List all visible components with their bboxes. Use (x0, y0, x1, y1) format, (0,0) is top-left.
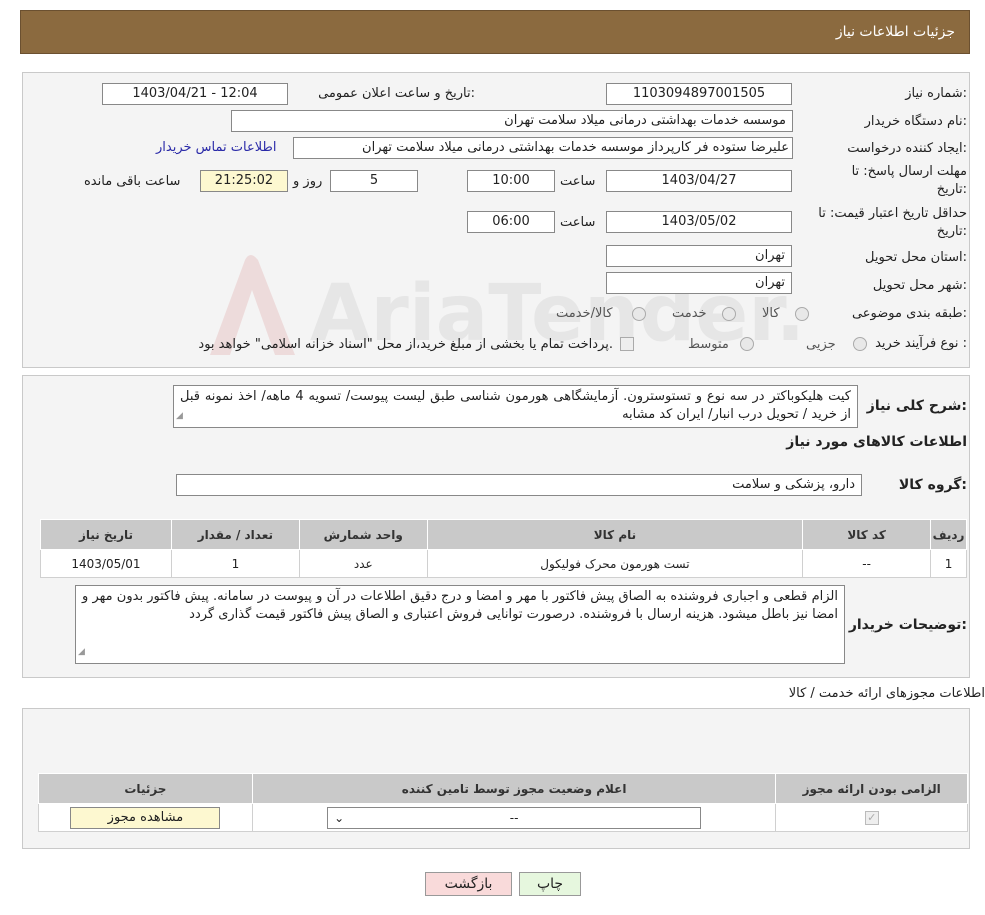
category-option-service: خدمت (672, 306, 707, 321)
required-check-icon: ✓ (864, 811, 879, 825)
days-label: روز و (293, 174, 323, 189)
goods-table: ردیف کد کالا نام کالا واحد شمارش تعداد /… (40, 519, 967, 578)
col-status: اعلام وضعیت مجوز توسط تامین کننده (251, 773, 777, 804)
summary-textarea[interactable]: کیت هلیکوباکتر در سه نوع و تستوسترون. آز… (173, 385, 858, 428)
days-field: 5 (330, 170, 418, 192)
page-header: جزئیات اطلاعات نیاز (20, 10, 970, 54)
table-row: ✓ -- ⌄ مشاهده مجوز (38, 803, 968, 832)
cell-row: 1 (930, 549, 967, 578)
table-row: 1 -- تست هورمون محرک فولیکول عدد 1 1403/… (40, 549, 967, 578)
deadline-label-date: تاریخ: (936, 182, 967, 197)
province-field: تهران (606, 245, 792, 267)
page-title: جزئیات اطلاعات نیاز (835, 24, 955, 40)
creator-label: ایجاد کننده درخواست: (847, 141, 967, 156)
buyer-notes-label: توضیحات خریدار: (848, 617, 967, 633)
treasury-checkbox[interactable] (620, 337, 634, 351)
category-label: طبقه بندی موضوعی: (851, 306, 967, 321)
process-radio-medium[interactable] (740, 337, 754, 351)
permit-status-value: -- (509, 810, 519, 825)
deadline-label: مهلت ارسال پاسخ: تا (851, 164, 967, 179)
goods-table-header: ردیف کد کالا نام کالا واحد شمارش تعداد /… (40, 519, 967, 550)
validity-time-label: ساعت (560, 215, 596, 230)
category-radio-both[interactable] (632, 307, 646, 321)
buyer-notes-text: الزام قطعی و اجباری فروشنده به الصاق پیش… (82, 589, 838, 622)
print-button[interactable]: چاپ (519, 872, 581, 896)
cell-qty: 1 (170, 549, 300, 578)
col-row: ردیف (930, 519, 967, 550)
city-field: تهران (606, 272, 792, 294)
need-number-label: شماره نیاز: (905, 86, 967, 101)
buyer-notes-textarea[interactable]: الزام قطعی و اجباری فروشنده به الصاق پیش… (75, 585, 845, 664)
col-qty: تعداد / مقدار (170, 519, 300, 550)
resize-grip-icon[interactable]: ◢ (176, 407, 183, 425)
cell-code: -- (802, 549, 932, 578)
process-label: نوع فرآیند خرید : (875, 336, 967, 351)
goods-group-label: گروه کالا: (898, 477, 967, 493)
validity-label-date: تاریخ: (936, 224, 967, 239)
validity-label: حداقل تاریخ اعتبار قیمت: تا (818, 206, 967, 221)
need-number-field: 1103094897001505 (606, 83, 792, 105)
col-details: جزئیات (38, 773, 253, 804)
process-option-medium: متوسط (688, 337, 729, 352)
cell-unit: عدد (298, 549, 428, 578)
col-date: تاریخ نیاز (40, 519, 172, 550)
buyer-label: نام دستگاه خریدار: (864, 114, 967, 129)
process-radio-minor[interactable] (853, 337, 867, 351)
province-label: استان محل تحویل: (865, 250, 967, 265)
permit-status-select[interactable]: -- ⌄ (327, 806, 702, 829)
buyer-contact-link[interactable]: اطلاعات تماس خریدار (156, 140, 276, 155)
back-button[interactable]: بازگشت (425, 872, 512, 896)
buyer-field: موسسه خدمات بهداشتی درمانی میلاد سلامت ت… (231, 110, 793, 132)
col-unit: واحد شمارش (298, 519, 428, 550)
col-code: کد کالا (802, 519, 932, 550)
category-radio-goods[interactable] (795, 307, 809, 321)
deadline-time-label: ساعت (560, 174, 596, 189)
announce-field: 1403/04/21 - 12:04 (102, 83, 288, 105)
permits-table: الزامی بودن ارائه مجوز اعلام وضعیت مجوز … (38, 773, 968, 832)
goods-section-title: اطلاعات کالاهای مورد نیاز (786, 434, 967, 450)
view-permit-button[interactable]: مشاهده مجوز (70, 806, 221, 829)
cell-name: تست هورمون محرک فولیکول (426, 549, 804, 578)
category-option-goods: کالا (762, 306, 780, 321)
process-note: پرداخت تمام یا بخشی از مبلغ خرید،از محل … (198, 337, 613, 352)
creator-field: علیرضا ستوده فر کارپرداز موسسه خدمات بهد… (293, 137, 793, 159)
summary-label: شرح کلی نیاز: (866, 398, 967, 414)
deadline-time-field: 10:00 (467, 170, 555, 192)
validity-time-field: 06:00 (467, 211, 555, 233)
process-option-minor: جزیی (806, 337, 836, 352)
permits-title: اطلاعات مجوزهای ارائه خدمت / کالا (788, 686, 985, 701)
category-radio-service[interactable] (722, 307, 736, 321)
col-required: الزامی بودن ارائه مجوز (775, 773, 968, 804)
remaining-label: ساعت باقی مانده (84, 174, 181, 189)
validity-date-field: 1403/05/02 (606, 211, 792, 233)
resize-grip-icon[interactable]: ◢ (78, 643, 85, 661)
announce-label: تاریخ و ساعت اعلان عمومی: (318, 86, 475, 101)
goods-group-field: دارو، پزشکی و سلامت (176, 474, 862, 496)
summary-text: کیت هلیکوباکتر در سه نوع و تستوسترون. آز… (180, 389, 851, 422)
chevron-down-icon: ⌄ (334, 810, 345, 825)
category-option-both: کالا/خدمت (556, 306, 613, 321)
permits-table-header: الزامی بودن ارائه مجوز اعلام وضعیت مجوز … (38, 773, 968, 804)
deadline-date-field: 1403/04/27 (606, 170, 792, 192)
cell-date: 1403/05/01 (40, 549, 172, 578)
remaining-time-field: 21:25:02 (200, 170, 288, 192)
city-label: شهر محل تحویل: (872, 278, 967, 293)
col-name: نام کالا (426, 519, 804, 550)
